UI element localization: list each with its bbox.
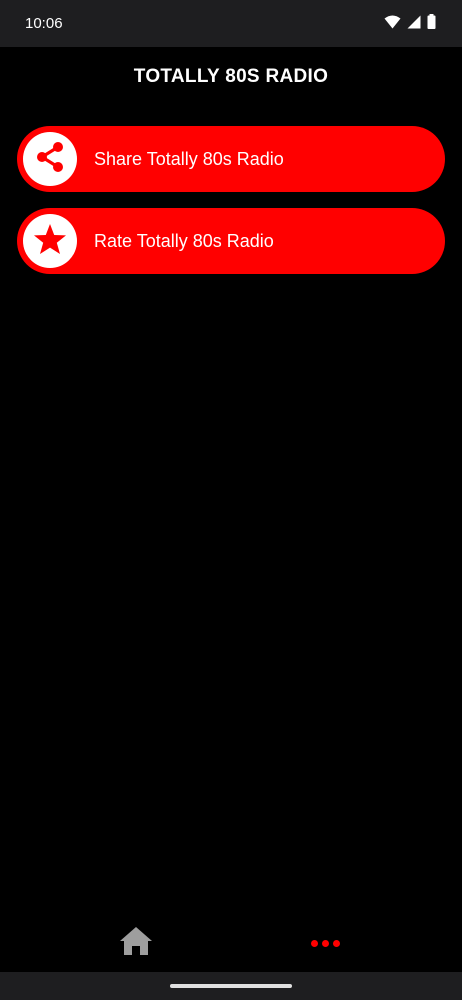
page-title: TOTALLY 80S RADIO <box>133 66 329 87</box>
navigation-gesture-area <box>0 972 462 1000</box>
star-icon-circle <box>23 214 77 268</box>
more-dot <box>310 939 318 947</box>
battery-icon <box>427 14 436 33</box>
gesture-handle[interactable] <box>170 984 292 988</box>
status-bar: 10:06 <box>0 0 462 47</box>
nav-more-button[interactable] <box>295 926 355 960</box>
star-icon <box>33 223 67 260</box>
wifi-icon <box>384 15 401 33</box>
more-dot <box>321 939 329 947</box>
status-time: 10:06 <box>25 15 63 32</box>
share-icon-circle <box>23 132 77 186</box>
home-icon <box>119 926 153 961</box>
status-icons <box>384 14 436 33</box>
share-icon <box>35 141 65 178</box>
more-dot <box>332 939 340 947</box>
rate-button[interactable]: Rate Totally 80s Radio <box>17 208 445 274</box>
nav-home-button[interactable] <box>106 926 166 960</box>
share-button[interactable]: Share Totally 80s Radio <box>17 126 445 192</box>
rate-button-label: Rate Totally 80s Radio <box>94 230 274 251</box>
signal-icon <box>407 15 421 33</box>
share-button-label: Share Totally 80s Radio <box>94 148 284 169</box>
bottom-nav <box>0 912 462 972</box>
more-icon <box>310 939 340 947</box>
